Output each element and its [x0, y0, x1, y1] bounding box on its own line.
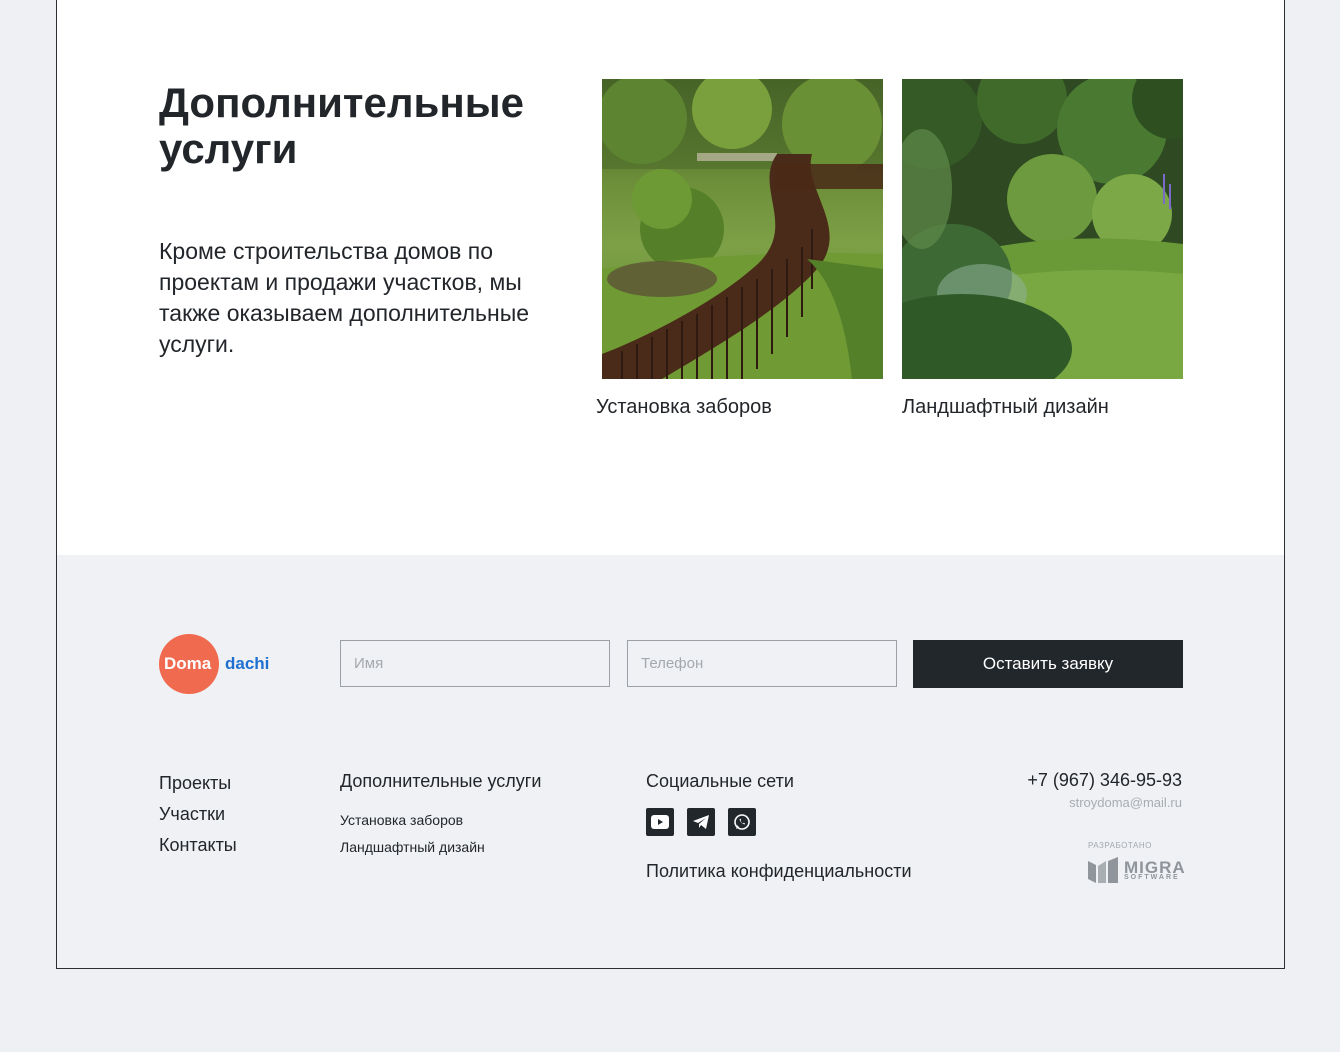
- email-link[interactable]: stroydoma@mail.ru: [1027, 793, 1182, 813]
- privacy-policy-link[interactable]: Политика конфиденциальности: [646, 858, 912, 884]
- footer-services-column: Дополнительные услуги Установка заборов …: [340, 768, 541, 861]
- footer-services-heading[interactable]: Дополнительные услуги: [340, 768, 541, 794]
- developer-credit[interactable]: РАЗРАБОТАНО MIGRA SOFTWARE: [1088, 840, 1185, 888]
- footer-nav: Проекты Участки Контакты: [159, 768, 237, 861]
- landscape-photo: [902, 79, 1183, 379]
- card-label-fences: Установка заборов: [596, 396, 772, 418]
- service-card-landscape[interactable]: Ландшафтный дизайн: [902, 79, 1183, 418]
- submit-request-button[interactable]: Оставить заявку: [913, 640, 1183, 688]
- footer-service-landscape[interactable]: Ландшафтный дизайн: [340, 834, 541, 861]
- footer-social-column: Социальные сети Политика конфиденциально…: [646, 768, 912, 884]
- social-heading: Социальные сети: [646, 771, 794, 791]
- services-description: Кроме строительства домов по проектам и …: [159, 238, 530, 357]
- social-icons: [646, 808, 912, 836]
- phone-input[interactable]: [627, 640, 897, 687]
- nav-link-plots[interactable]: Участки: [159, 799, 237, 830]
- youtube-icon[interactable]: [646, 808, 674, 836]
- footer-service-fences[interactable]: Установка заборов: [340, 807, 541, 834]
- name-input[interactable]: [340, 640, 610, 687]
- fence-photo: [602, 79, 883, 379]
- services-title: Дополнительные услуги: [159, 79, 524, 172]
- whatsapp-icon[interactable]: [728, 808, 756, 836]
- logo-text-doma: Doma: [164, 654, 212, 673]
- phone-link[interactable]: +7 (967) 346-95-93: [1027, 767, 1182, 793]
- services-section: Дополнительные услуги Кроме строительств…: [57, 0, 1284, 555]
- footer-contacts: +7 (967) 346-95-93 stroydoma@mail.ru: [1027, 767, 1182, 813]
- service-card-fences[interactable]: Установка заборов: [596, 79, 883, 418]
- migra-logo-icon: [1088, 857, 1120, 888]
- developer-caption: РАЗРАБОТАНО: [1088, 841, 1152, 850]
- card-label-landscape: Ландшафтный дизайн: [902, 396, 1109, 418]
- developer-sub: SOFTWARE: [1124, 874, 1180, 881]
- telegram-icon[interactable]: [687, 808, 715, 836]
- logo[interactable]: Doma dachi: [159, 634, 289, 694]
- nav-link-projects[interactable]: Проекты: [159, 768, 237, 799]
- logo-text-dachi: dachi: [225, 654, 270, 673]
- page-frame: Дополнительные услуги Кроме строительств…: [56, 0, 1285, 969]
- nav-link-contacts[interactable]: Контакты: [159, 830, 237, 861]
